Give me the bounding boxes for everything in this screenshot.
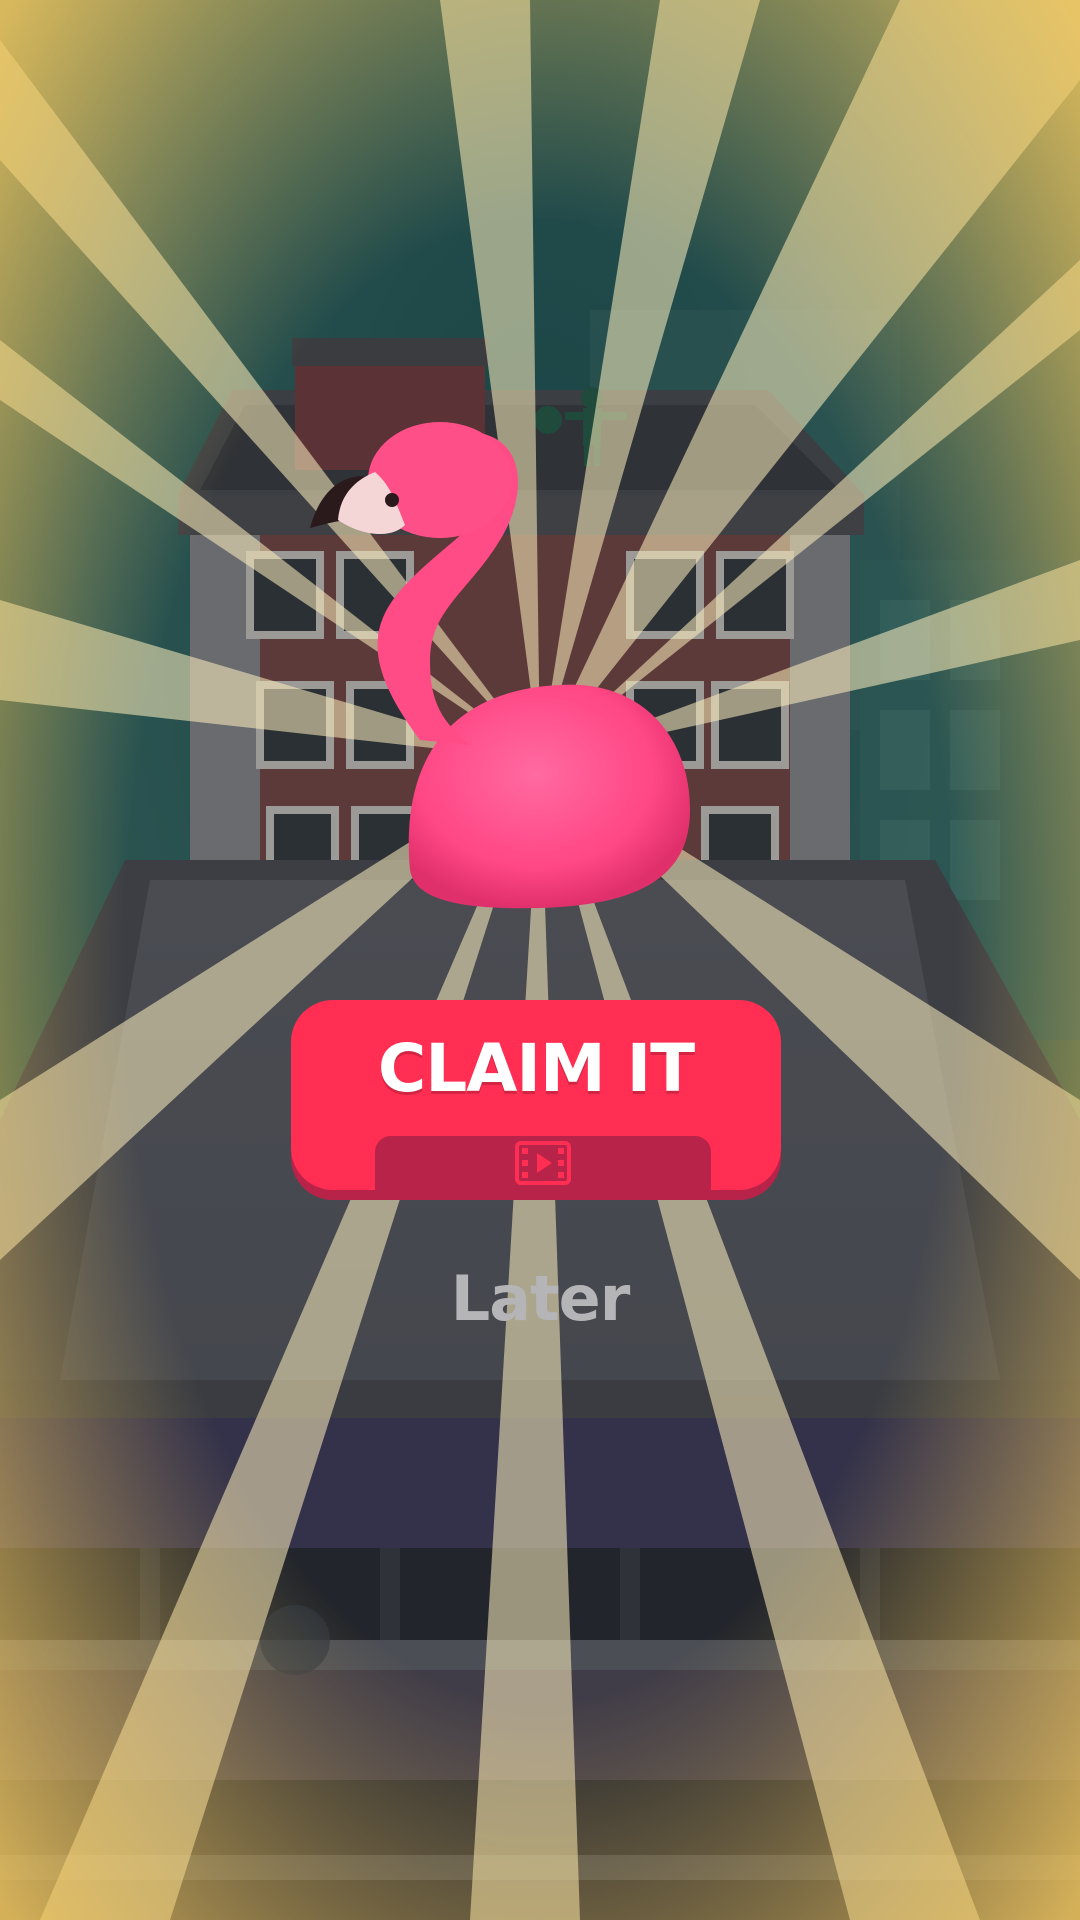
claim-button-ad-strip [375, 1136, 711, 1190]
video-ad-icon [515, 1141, 571, 1185]
claim-button-label: CLAIM IT [377, 1030, 695, 1107]
claim-it-button[interactable]: CLAIM IT [291, 1000, 781, 1190]
game-scene: CLAIM IT Later [0, 0, 1080, 1920]
background-scene [0, 0, 1080, 1920]
later-button[interactable]: Later [340, 1262, 740, 1335]
